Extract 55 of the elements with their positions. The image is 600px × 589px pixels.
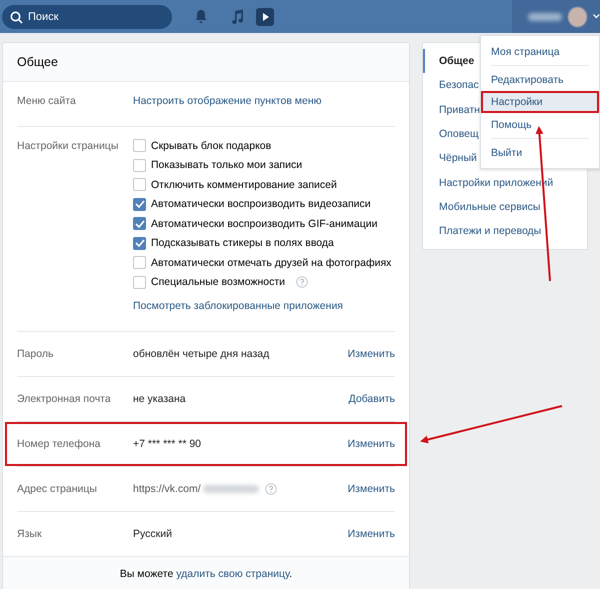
delete-page-link[interactable]: удалить свою страницу bbox=[176, 568, 290, 580]
setting-value: обновлён четыре дня назад bbox=[133, 348, 270, 360]
redacted-text bbox=[202, 485, 259, 493]
setting-label: Адрес страницы bbox=[17, 483, 98, 495]
checkbox[interactable] bbox=[133, 198, 146, 211]
setting-label: Настройки страницы bbox=[17, 140, 120, 154]
checkbox[interactable] bbox=[133, 276, 146, 289]
setting-value: +7 *** *** ** 90 bbox=[133, 438, 202, 450]
change-link[interactable]: Изменить bbox=[348, 438, 395, 450]
caret-icon bbox=[593, 14, 600, 19]
blocked-apps-link[interactable]: Посмотреть заблокированные приложения bbox=[133, 300, 392, 312]
option-label: Автоматически отмечать друзей на фотографиях bbox=[151, 256, 392, 269]
option-label: Автоматически воспроизводить GIF-анимации bbox=[151, 218, 378, 230]
help-icon[interactable] bbox=[264, 483, 277, 495]
change-link[interactable]: Изменить bbox=[348, 348, 395, 360]
avatar bbox=[568, 6, 588, 26]
user-menu-button[interactable] bbox=[512, 0, 600, 33]
change-link[interactable]: Изменить bbox=[348, 528, 395, 540]
checkbox[interactable] bbox=[133, 236, 146, 250]
panel-title: Общее bbox=[3, 43, 409, 82]
change-link[interactable]: Добавить bbox=[348, 393, 395, 405]
bell-icon[interactable] bbox=[194, 9, 208, 24]
menu-item[interactable]: Платежи и переводы bbox=[423, 219, 587, 244]
checkbox[interactable] bbox=[133, 178, 146, 192]
checkbox[interactable] bbox=[133, 256, 146, 270]
option-label: Подсказывать стикеры в полях ввода bbox=[151, 237, 334, 250]
setting-value: не указана bbox=[133, 393, 186, 405]
music-icon[interactable] bbox=[230, 8, 244, 24]
option-label: Автоматически воспроизводить видеозаписи bbox=[151, 198, 371, 210]
setting-value: https://vk.com/ bbox=[133, 483, 201, 495]
setting-label: Электронная почта bbox=[17, 393, 112, 405]
play-icon[interactable] bbox=[256, 8, 274, 26]
option-label: Показывать только мои записи bbox=[151, 159, 302, 172]
menu-item[interactable]: Мобильные сервисы bbox=[423, 194, 587, 220]
dropdown-item[interactable]: Редактировать bbox=[481, 69, 599, 91]
search-icon bbox=[10, 10, 23, 24]
setting-label: Язык bbox=[17, 528, 43, 540]
change-link[interactable]: Изменить bbox=[348, 483, 395, 495]
setting-value: Русский bbox=[133, 528, 172, 540]
option-label: Специальные возможности bbox=[151, 276, 286, 288]
search-field[interactable]: Поиск bbox=[2, 4, 172, 28]
setting-label: Номер телефона bbox=[17, 438, 102, 450]
setting-label: Меню сайта bbox=[17, 95, 77, 107]
setting-label: Пароль bbox=[17, 348, 54, 360]
menu-settings-link[interactable]: Настроить отображение пунктов меню bbox=[133, 95, 322, 107]
help-icon[interactable] bbox=[296, 276, 308, 288]
option-label: Отключить комментирование записей bbox=[151, 178, 337, 191]
option-label: Скрывать блок подарков bbox=[151, 140, 272, 152]
checkbox[interactable] bbox=[133, 139, 146, 152]
dropdown-item[interactable]: Настройки bbox=[481, 91, 599, 113]
redacted-name bbox=[528, 12, 562, 20]
dropdown-item[interactable]: Выйти bbox=[481, 142, 599, 164]
checkbox[interactable] bbox=[133, 158, 146, 172]
checkbox[interactable] bbox=[133, 217, 146, 230]
delete-page-sentence: Вы можете удалить свою страницу. bbox=[120, 568, 292, 580]
